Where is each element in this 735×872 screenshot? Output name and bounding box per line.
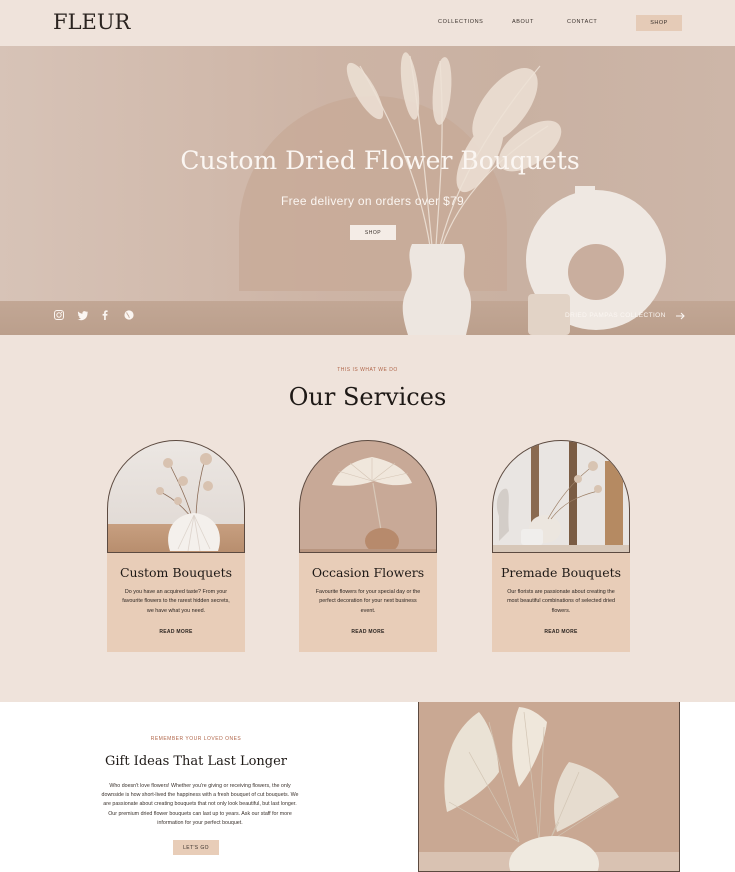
card-description: Our florists are passionate about creati… <box>507 589 615 614</box>
card-body: Occasion Flowers Favourite flowers for y… <box>299 553 437 652</box>
service-card-custom-bouquets[interactable]: Custom Bouquets Do you have an acquired … <box>107 440 245 652</box>
facebook-icon[interactable] <box>99 309 111 321</box>
globe-icon[interactable] <box>123 309 135 321</box>
card-image-premade-bouquets <box>492 440 630 553</box>
arrow-right-icon[interactable] <box>674 310 686 322</box>
twitter-icon[interactable] <box>77 309 89 321</box>
card-body: Custom Bouquets Do you have an acquired … <box>107 553 245 652</box>
read-more-link[interactable]: READ MORE <box>107 629 245 635</box>
hero-subtitle: Free delivery on orders over $79 <box>280 194 465 208</box>
logo[interactable]: FLEUR <box>53 10 130 34</box>
lets-go-button[interactable]: LET'S GO <box>173 840 219 855</box>
hero-vase-illustration <box>346 52 666 335</box>
gift-description: Who doesn't love flowers! Whether you're… <box>101 783 299 826</box>
nav-about[interactable]: ABOUT <box>512 19 534 25</box>
card-title: Occasion Flowers <box>311 565 425 580</box>
gift-eyebrow: REMEMBER YOUR LOVED ONES <box>150 736 242 742</box>
collection-link[interactable]: DRIED PAMPAS COLLECTION <box>565 312 666 319</box>
card-description: Do you have an acquired taste? From your… <box>122 589 230 614</box>
services-eyebrow: THIS IS WHAT WE DO <box>337 367 398 373</box>
read-more-link[interactable]: READ MORE <box>492 629 630 635</box>
card-body: Premade Bouquets Our florists are passio… <box>492 553 630 652</box>
gift-image <box>418 702 680 872</box>
nav-contact[interactable]: CONTACT <box>567 19 597 25</box>
dried-palm-illustration <box>419 702 679 871</box>
gift-title: Gift Ideas That Last Longer <box>104 754 288 769</box>
card-title: Custom Bouquets <box>119 565 233 580</box>
gift-ideas-section: REMEMBER YOUR LOVED ONES Gift Ideas That… <box>0 702 735 872</box>
card-title: Premade Bouquets <box>500 565 622 580</box>
card-description: Favourite flowers for your special day o… <box>315 589 421 614</box>
read-more-link[interactable]: READ MORE <box>299 629 437 635</box>
service-card-premade-bouquets[interactable]: Premade Bouquets Our florists are passio… <box>492 440 630 652</box>
nav-collections[interactable]: COLLECTIONS <box>438 19 483 25</box>
palm-leaf-vase-illustration <box>300 457 436 552</box>
card-image-occasion-flowers <box>299 440 437 553</box>
shell-vase-illustration <box>156 453 220 552</box>
hero-banner: Custom Dried Flower Bouquets Free delive… <box>0 46 735 335</box>
services-title: Our Services <box>288 383 447 411</box>
card-image-custom-bouquets <box>107 440 245 553</box>
service-card-occasion-flowers[interactable]: Occasion Flowers Favourite flowers for y… <box>299 440 437 652</box>
site-header: FLEUR COLLECTIONS ABOUT CONTACT SHOP <box>0 0 735 46</box>
hero-shop-button[interactable]: SHOP <box>350 225 396 240</box>
header-shop-button[interactable]: SHOP <box>636 15 682 31</box>
mirror-vase-illustration <box>493 441 629 552</box>
hero-title: Custom Dried Flower Bouquets <box>180 146 580 175</box>
instagram-icon[interactable] <box>53 309 65 321</box>
